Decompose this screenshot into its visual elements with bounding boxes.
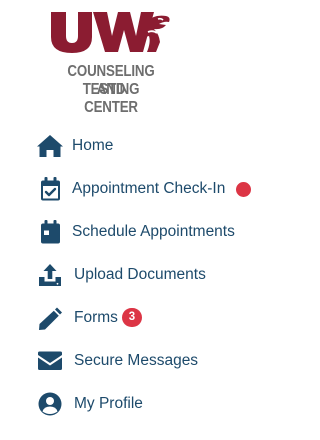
- notification-dot: [236, 182, 251, 197]
- calendar-check-icon: [36, 177, 64, 201]
- nav-label-forms: Forms: [74, 309, 118, 326]
- pencil-icon: [36, 306, 64, 330]
- nav-label-appointment-check-in: Appointment Check-In: [72, 180, 226, 197]
- center-logo[interactable]: COUNSELING AND TESTING CENTER: [50, 10, 172, 116]
- nav-label-upload-documents: Upload Documents: [74, 266, 206, 283]
- nav-item-secure-messages[interactable]: Secure Messages: [0, 339, 311, 382]
- nav-item-my-profile[interactable]: My Profile: [0, 382, 311, 425]
- nav-item-forms[interactable]: Forms 3: [0, 296, 311, 339]
- main-nav: Home Appointment Check-In Schedule Appoi…: [0, 124, 311, 425]
- upload-icon: [36, 263, 64, 287]
- uw-logo-mark: [50, 10, 172, 54]
- nav-item-upload-documents[interactable]: Upload Documents: [0, 253, 311, 296]
- sidebar-panel: COUNSELING AND TESTING CENTER Home Appoi…: [0, 0, 311, 440]
- nav-label-schedule-appointments: Schedule Appointments: [72, 223, 235, 240]
- nav-item-home[interactable]: Home: [0, 124, 311, 167]
- home-icon: [36, 134, 64, 158]
- nav-item-appointment-check-in[interactable]: Appointment Check-In: [0, 167, 311, 210]
- forms-count-badge: 3: [122, 308, 142, 327]
- user-circle-icon: [36, 392, 64, 416]
- nav-label-home: Home: [72, 137, 114, 154]
- nav-label-my-profile: My Profile: [74, 395, 143, 412]
- envelope-icon: [36, 349, 64, 373]
- nav-label-secure-messages: Secure Messages: [74, 352, 199, 369]
- logo-text-line2: TESTING CENTER: [82, 81, 140, 116]
- calendar-icon: [36, 220, 64, 244]
- nav-item-schedule-appointments[interactable]: Schedule Appointments: [0, 210, 311, 253]
